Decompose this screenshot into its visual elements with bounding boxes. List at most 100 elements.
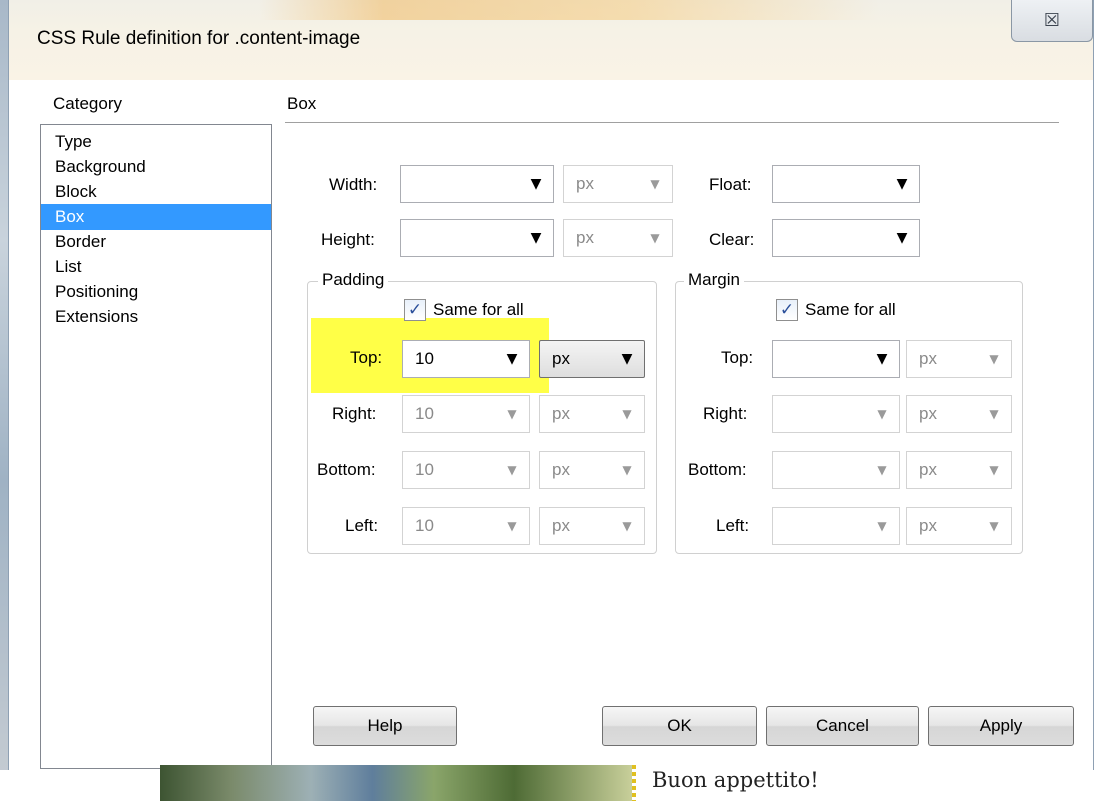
title-bar-glass	[259, 0, 879, 20]
section-divider	[285, 122, 1059, 123]
padding-right-unit-select: px ▼	[539, 395, 645, 433]
margin-left-combo: ▼	[772, 507, 900, 545]
padding-top-combo[interactable]: 10 ▼	[402, 340, 530, 378]
margin-bottom-label: Bottom:	[688, 460, 747, 479]
margin-right-unit-value: px	[919, 404, 937, 423]
dialog-title: CSS Rule definition for .content-image	[37, 28, 361, 49]
margin-top-combo[interactable]: ▼	[772, 340, 900, 378]
padding-right-combo: 10 ▼	[402, 395, 530, 433]
chevron-down-icon: ▼	[650, 177, 660, 191]
height-label: Height:	[321, 230, 375, 249]
margin-top-unit-value: px	[919, 349, 937, 368]
margin-same-checkbox[interactable]: ✓	[776, 299, 798, 321]
chevron-down-icon: ▼	[989, 463, 999, 477]
padding-bottom-label: Bottom:	[317, 460, 376, 479]
margin-right-label: Right:	[703, 404, 748, 423]
chevron-down-icon[interactable]: ▼	[519, 220, 553, 256]
padding-top-label: Top:	[350, 348, 383, 367]
close-icon: ☒	[1043, 10, 1061, 31]
padding-bottom-unit-value: px	[552, 460, 570, 479]
padding-same-label: Same for all	[433, 300, 524, 319]
section-title: Box	[287, 94, 317, 113]
clear-label: Clear:	[709, 230, 755, 249]
height-unit-value: px	[576, 228, 594, 247]
content-photo	[160, 765, 632, 801]
padding-bottom-unit-select: px ▼	[539, 451, 645, 489]
ok-button[interactable]: OK	[602, 706, 757, 746]
chevron-down-icon[interactable]: ▼	[885, 220, 919, 256]
margin-bottom-unit-select: px ▼	[906, 451, 1012, 489]
margin-bottom-combo: ▼	[772, 451, 900, 489]
chevron-down-icon: ▼	[650, 231, 660, 245]
category-item-block[interactable]: Block	[41, 179, 271, 205]
chevron-down-icon: ▼	[989, 407, 999, 421]
padding-left-unit-select: px ▼	[539, 507, 645, 545]
cancel-button[interactable]: Cancel	[766, 706, 919, 746]
padding-top-unit-value: px	[552, 349, 570, 368]
check-icon: ✓	[407, 300, 423, 320]
float-label: Float:	[709, 175, 752, 194]
clear-combo[interactable]: ▼	[772, 219, 920, 257]
padding-right-label: Right:	[332, 404, 377, 423]
width-combo[interactable]: ▼	[400, 165, 554, 203]
category-item-background[interactable]: Background	[41, 154, 271, 180]
chevron-down-icon[interactable]: ▼	[495, 341, 529, 377]
padding-top-value: 10	[415, 349, 434, 368]
chevron-down-icon: ▼	[877, 407, 887, 421]
selection-edge	[632, 765, 636, 801]
help-button[interactable]: Help	[313, 706, 457, 746]
padding-left-value: 10	[415, 516, 434, 535]
chevron-down-icon: ▼	[989, 519, 999, 533]
category-item-list[interactable]: List	[41, 254, 271, 280]
margin-top-label: Top:	[721, 348, 754, 367]
category-item-positioning[interactable]: Positioning	[41, 279, 271, 305]
height-combo[interactable]: ▼	[400, 219, 554, 257]
chevron-down-icon: ▼	[877, 519, 887, 533]
padding-top-unit-select[interactable]: px ▼	[539, 340, 645, 378]
margin-same-label: Same for all	[805, 300, 896, 319]
chevron-down-icon: ▼	[989, 352, 999, 366]
margin-right-unit-select: px ▼	[906, 395, 1012, 433]
padding-bottom-combo: 10 ▼	[402, 451, 530, 489]
chevron-down-icon[interactable]: ▼	[885, 166, 919, 202]
category-item-extensions[interactable]: Extensions	[41, 304, 271, 330]
margin-left-unit-value: px	[919, 516, 937, 535]
padding-left-combo: 10 ▼	[402, 507, 530, 545]
width-unit-value: px	[576, 174, 594, 193]
margin-group-title: Margin	[684, 270, 744, 290]
category-header: Category	[53, 94, 122, 113]
margin-bottom-unit-value: px	[919, 460, 937, 479]
chevron-down-icon: ▼	[622, 519, 632, 533]
category-list[interactable]: Type Background Block Box Border List Po…	[40, 124, 272, 769]
margin-left-unit-select: px ▼	[906, 507, 1012, 545]
chevron-down-icon: ▼	[877, 463, 887, 477]
float-combo[interactable]: ▼	[772, 165, 920, 203]
padding-left-label: Left:	[345, 516, 379, 535]
width-unit-select: px ▼	[563, 165, 673, 203]
category-item-type[interactable]: Type	[41, 129, 271, 155]
chevron-down-icon[interactable]: ▼	[519, 166, 553, 202]
chevron-down-icon: ▼	[622, 407, 632, 421]
chevron-down-icon: ▼	[507, 519, 517, 533]
width-label: Width:	[329, 175, 378, 194]
category-item-border[interactable]: Border	[41, 229, 271, 255]
close-button[interactable]: ☒	[1011, 0, 1093, 42]
padding-group-title: Padding	[318, 270, 389, 290]
chevron-down-icon[interactable]: ▼	[865, 341, 899, 377]
padding-bottom-value: 10	[415, 460, 434, 479]
padding-same-checkbox[interactable]: ✓	[404, 299, 426, 321]
check-icon: ✓	[779, 300, 795, 320]
title-bar: CSS Rule definition for .content-image ☒	[9, 0, 1093, 80]
padding-right-unit-value: px	[552, 404, 570, 423]
margin-right-combo: ▼	[772, 395, 900, 433]
margin-left-label: Left:	[716, 516, 750, 535]
chevron-down-icon: ▼	[507, 407, 517, 421]
page-caption: Buon appettito!	[652, 768, 819, 792]
chevron-down-icon[interactable]: ▼	[610, 341, 644, 377]
apply-button[interactable]: Apply	[928, 706, 1074, 746]
category-item-box[interactable]: Box	[41, 204, 271, 230]
padding-right-value: 10	[415, 404, 434, 423]
chevron-down-icon: ▼	[507, 463, 517, 477]
chevron-down-icon: ▼	[622, 463, 632, 477]
padding-left-unit-value: px	[552, 516, 570, 535]
